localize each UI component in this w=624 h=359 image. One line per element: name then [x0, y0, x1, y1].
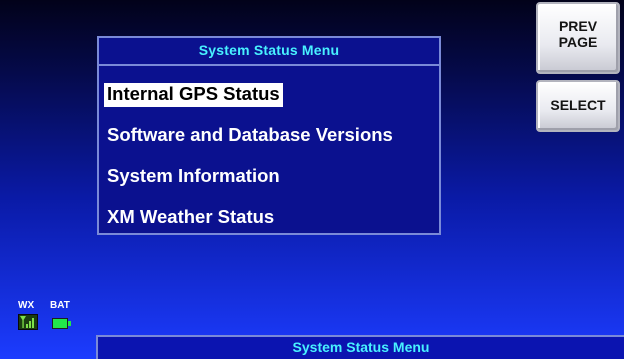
signal-strength-icon — [18, 314, 38, 330]
prev-page-button[interactable]: PREV PAGE — [536, 2, 620, 74]
bat-label: BAT — [50, 300, 70, 311]
menu-item-label: System Information — [107, 164, 280, 186]
menu-item-system-information[interactable]: System Information — [104, 156, 434, 197]
prev-page-label-line2: PAGE — [558, 34, 598, 50]
menu-item-software-and-database-versions[interactable]: Software and Database Versions — [104, 115, 434, 156]
select-button[interactable]: SELECT — [536, 80, 620, 132]
menu-title: System Status Menu — [198, 42, 340, 58]
menu-item-label: XM Weather Status — [107, 205, 275, 227]
prev-page-label-line1: PREV — [558, 18, 598, 34]
battery-icon — [52, 318, 71, 329]
menu-item-internal-gps-status[interactable]: Internal GPS Status — [104, 74, 434, 115]
status-indicators: WX BAT — [6, 300, 92, 346]
menu-title-divider — [99, 64, 439, 66]
menu-item-label: Internal GPS Status — [104, 82, 283, 107]
wx-label: WX — [18, 300, 35, 311]
select-button-label: SELECT — [550, 97, 606, 113]
bottom-title-bar: System Status Menu — [96, 335, 624, 359]
menu-item-label: Software and Database Versions — [107, 123, 393, 145]
bottom-bar-title: System Status Menu — [292, 339, 430, 355]
menu-list: Internal GPS Status Software and Databas… — [104, 74, 434, 238]
menu-item-xm-weather-status[interactable]: XM Weather Status — [104, 197, 434, 238]
system-status-menu-window: System Status Menu Internal GPS Status S… — [97, 36, 441, 235]
